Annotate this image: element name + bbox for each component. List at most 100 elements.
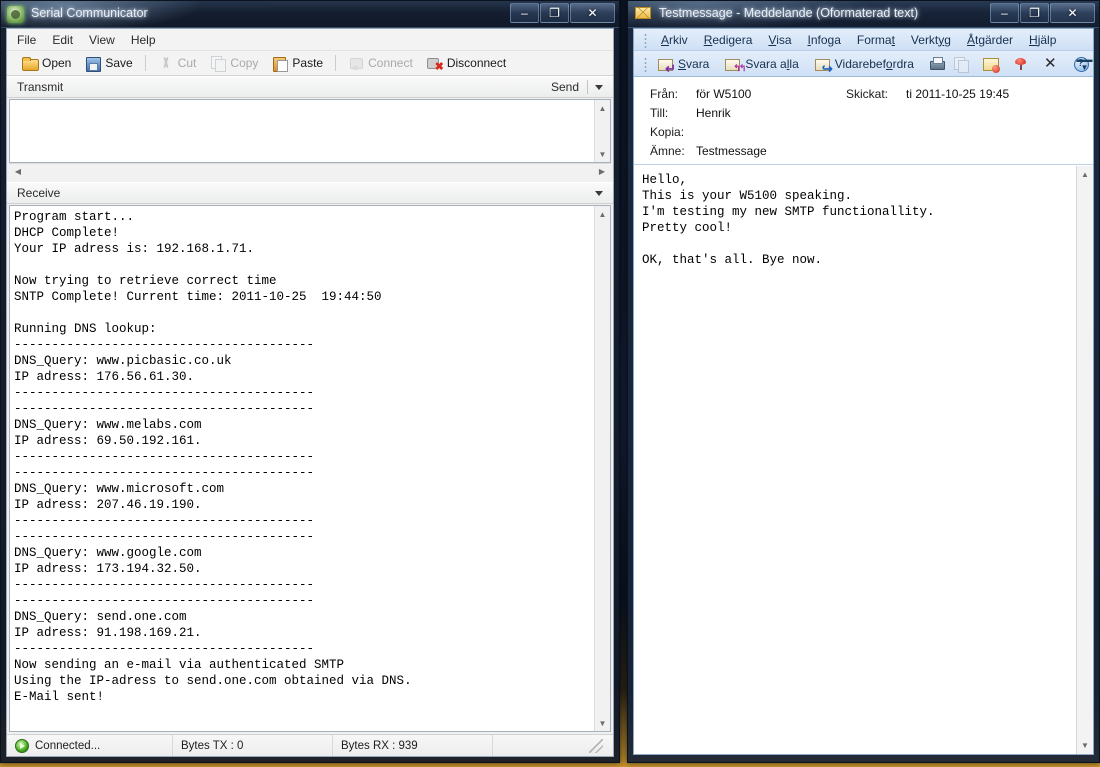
copy-icon xyxy=(210,55,226,71)
resize-grip-icon[interactable] xyxy=(589,739,603,753)
scroll-up-icon[interactable]: ▲ xyxy=(595,206,610,222)
disconnect-button[interactable]: Disconnect xyxy=(422,54,511,72)
menu-item-help[interactable]: Help xyxy=(131,33,156,47)
scroll-left-icon[interactable]: ◀ xyxy=(11,165,25,179)
disconnect-button-label: Disconnect xyxy=(447,56,506,70)
subject-label: Ämne: xyxy=(634,144,696,158)
scroll-down-icon[interactable]: ▼ xyxy=(595,715,610,731)
transmit-horizontal-scrollbar[interactable]: ◀ ▶ xyxy=(9,163,611,179)
menu-item-file[interactable]: File xyxy=(17,33,36,47)
paste-button[interactable]: Paste xyxy=(267,54,328,72)
maximize-button[interactable]: ❐ xyxy=(1020,3,1049,23)
menu-item-hjalp[interactable]: Hjälp xyxy=(1021,31,1064,49)
menu-item-infoga[interactable]: Infoga xyxy=(800,31,849,49)
toolbar-grip-icon[interactable] xyxy=(641,56,650,72)
open-button[interactable]: Open xyxy=(17,54,76,72)
receive-text[interactable]: Program start... DHCP Complete! Your IP … xyxy=(10,206,594,731)
maximize-button[interactable]: ❐ xyxy=(540,3,569,23)
menu-item-atgarder[interactable]: Åtgärder xyxy=(959,31,1021,49)
header-row-to: Till: Henrik xyxy=(634,106,1093,125)
menu-item-format[interactable]: Format xyxy=(849,31,903,49)
menu-item-infoga-label: nfoga xyxy=(811,33,841,47)
serial-statusbar: Connected... Bytes TX : 0 Bytes RX : 939 xyxy=(7,734,613,756)
menu-item-visa-label: isa xyxy=(776,33,791,47)
mail-vertical-scrollbar[interactable]: ▲ ▼ xyxy=(1076,166,1093,754)
menu-item-hjalp-label: jälp xyxy=(1038,33,1057,47)
serial-communicator-window[interactable]: Serial Communicator – ❐ ✕ File Edit View… xyxy=(0,0,620,763)
menu-item-view[interactable]: View xyxy=(89,33,115,47)
open-button-label: Open xyxy=(42,56,71,70)
mail-message-window[interactable]: Testmessage - Meddelande (Oformaterad te… xyxy=(627,0,1100,763)
mark-unread-icon xyxy=(983,56,999,72)
menubar-grip-icon[interactable] xyxy=(641,32,650,48)
send-button[interactable]: Send xyxy=(551,80,587,94)
mark-unread-button[interactable] xyxy=(979,54,1003,74)
menu-item-arkiv[interactable]: Arkiv xyxy=(653,31,696,49)
app-icon xyxy=(7,6,24,23)
chevron-down-icon[interactable] xyxy=(595,191,603,196)
reply-all-button[interactable]: Svara alla xyxy=(720,54,803,74)
transmit-textbox[interactable]: ▲ ▼ xyxy=(9,99,611,163)
menu-item-edit[interactable]: Edit xyxy=(52,33,73,47)
scroll-down-icon[interactable]: ▼ xyxy=(1077,737,1093,754)
copy-button: Copy xyxy=(205,54,263,72)
menu-item-verktyg[interactable]: Verktyg xyxy=(903,31,959,49)
transmit-vertical-scrollbar[interactable]: ▲ ▼ xyxy=(594,100,610,162)
receive-vertical-scrollbar[interactable]: ▲ ▼ xyxy=(594,206,610,731)
toolbar-separator xyxy=(335,55,336,71)
close-button[interactable]: ✕ xyxy=(1050,3,1095,23)
receive-header: Receive xyxy=(7,182,613,204)
forward-button[interactable]: Vidarebefordra xyxy=(810,54,919,74)
reply-label-rest: vara xyxy=(686,57,709,71)
window-title: Serial Communicator xyxy=(31,6,148,20)
serial-titlebar[interactable]: Serial Communicator – ❐ ✕ xyxy=(1,1,619,28)
menu-item-redigera[interactable]: Redigera xyxy=(696,31,761,49)
menu-item-hjalp-key: H xyxy=(1029,33,1038,47)
connect-button: Connect xyxy=(343,54,418,72)
chevron-down-icon[interactable] xyxy=(595,85,603,90)
minimize-button[interactable]: – xyxy=(510,3,539,23)
menu-item-format-key: t xyxy=(892,33,895,47)
reply-all-button-label: Svara alla xyxy=(745,57,798,71)
transmit-text[interactable] xyxy=(10,100,594,162)
reply-icon xyxy=(658,56,674,72)
scroll-right-icon[interactable]: ▶ xyxy=(595,165,609,179)
mail-body-text[interactable]: Hello, This is your W5100 speaking. I'm … xyxy=(634,166,1076,754)
toolbar-overflow-icon[interactable]: ▬▬▼ xyxy=(1078,53,1091,75)
status-connection: Connected... xyxy=(7,735,172,756)
serial-menubar: File Edit View Help xyxy=(7,29,613,51)
from-value: för W5100 xyxy=(696,87,846,101)
flag-button[interactable] xyxy=(1009,54,1033,74)
receive-textbox[interactable]: Program start... DHCP Complete! Your IP … xyxy=(9,205,611,732)
scroll-down-icon[interactable]: ▼ xyxy=(595,146,610,162)
minimize-button[interactable]: – xyxy=(990,3,1019,23)
mail-client-area: Arkiv Redigera Visa Infoga Format Verkty… xyxy=(633,28,1094,755)
scissors-icon xyxy=(158,55,174,71)
mail-envelope-icon xyxy=(635,7,651,19)
reply-button[interactable]: Svara xyxy=(653,54,714,74)
menu-item-atgarder-key: Å xyxy=(967,33,975,47)
mail-menubar: Arkiv Redigera Visa Infoga Format Verkty… xyxy=(634,29,1093,51)
scroll-up-icon[interactable]: ▲ xyxy=(595,100,610,116)
status-spacer xyxy=(492,735,613,756)
print-icon xyxy=(929,56,945,72)
mail-body-area[interactable]: Hello, This is your W5100 speaking. I'm … xyxy=(634,165,1093,754)
delete-button[interactable] xyxy=(1039,54,1063,74)
send-separator xyxy=(587,80,588,94)
close-button[interactable]: ✕ xyxy=(570,3,615,23)
receive-label: Receive xyxy=(17,186,595,200)
menu-item-visa[interactable]: Visa xyxy=(760,31,799,49)
serial-client-area: File Edit View Help Open Save Cut Copy xyxy=(6,28,614,757)
save-button-label: Save xyxy=(105,56,132,70)
save-button[interactable]: Save xyxy=(80,54,137,72)
mail-titlebar[interactable]: Testmessage - Meddelande (Oformaterad te… xyxy=(628,1,1099,28)
reply-button-label: Svara xyxy=(678,57,709,71)
sent-label: Skickat: xyxy=(846,87,906,101)
scroll-up-icon[interactable]: ▲ xyxy=(1077,166,1093,183)
menu-item-format-pre: Forma xyxy=(857,33,892,47)
cut-button: Cut xyxy=(153,54,202,72)
sent-value: ti 2011-10-25 19:45 xyxy=(906,87,1093,101)
subject-value: Testmessage xyxy=(696,144,1093,158)
status-bytes-rx: Bytes RX : 939 xyxy=(332,735,492,756)
print-button[interactable] xyxy=(925,54,949,74)
